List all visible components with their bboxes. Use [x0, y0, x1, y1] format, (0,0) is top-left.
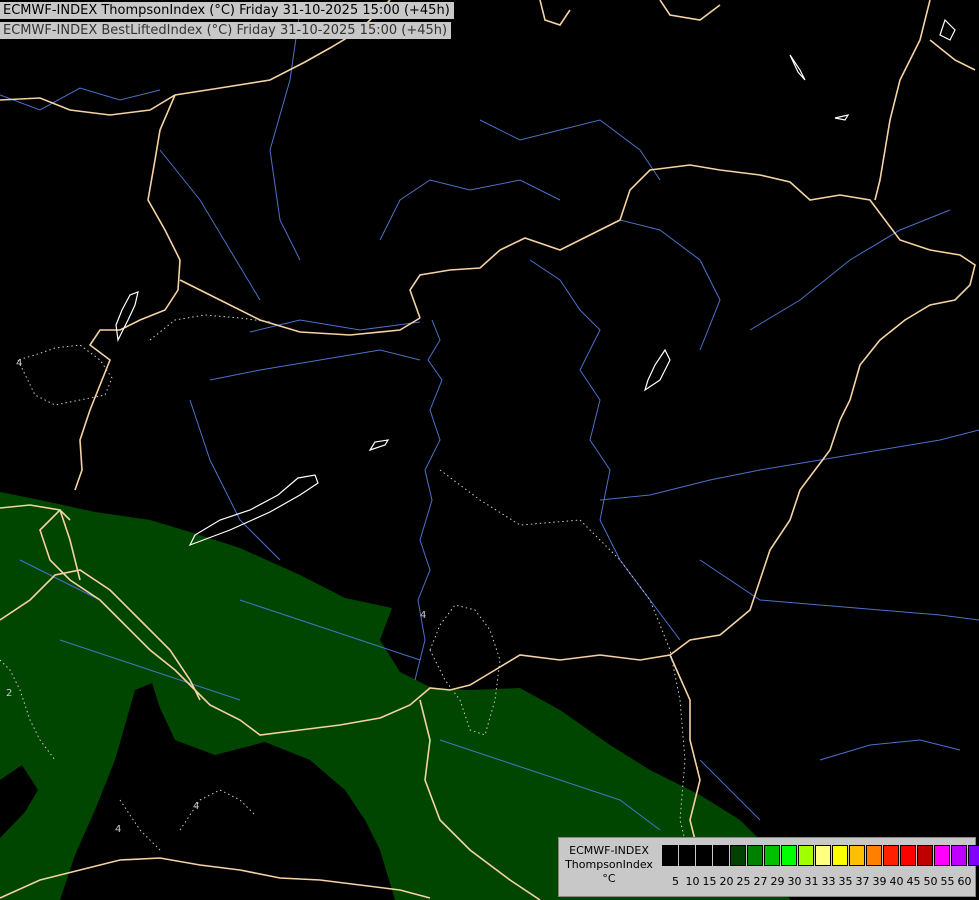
legend-swatch [917, 845, 933, 866]
legend-swatch [747, 845, 763, 866]
legend-swatches [662, 845, 979, 866]
legend-unit: °C [602, 872, 616, 885]
legend-tick: 10 [685, 875, 700, 888]
weather-map: 4 2 4 4 4 [0, 0, 979, 900]
contour-label: 2 [6, 688, 12, 699]
legend-tick: 15 [702, 875, 717, 888]
legend-model: ECMWF-INDEX [569, 844, 649, 857]
legend-swatch [781, 845, 797, 866]
contour-label: 4 [420, 610, 426, 621]
legend-swatch [866, 845, 882, 866]
legend-swatch [951, 845, 967, 866]
legend-tick: 39 [872, 875, 887, 888]
legend-title: ECMWF-INDEX ThompsonIndex °C [561, 844, 657, 886]
legend-swatch [679, 845, 695, 866]
legend-tick: 50 [923, 875, 938, 888]
legend-tick: 40 [889, 875, 904, 888]
legend-ticks: 5 10 15 20 25 27 29 30 31 33 35 37 39 40 45 50 55 60 [667, 875, 973, 888]
legend-tick: 29 [770, 875, 785, 888]
legend-swatch [968, 845, 979, 866]
legend-tick: 25 [736, 875, 751, 888]
legend-tick: 20 [719, 875, 734, 888]
legend-tick: 5 [672, 875, 679, 888]
legend-tick: 30 [787, 875, 802, 888]
legend-swatch [798, 845, 814, 866]
legend-swatch [934, 845, 950, 866]
legend-tick: 27 [753, 875, 768, 888]
legend-tick: 60 [957, 875, 972, 888]
map-title-thompson: ECMWF-INDEX ThompsonIndex (°C) Friday 31… [0, 2, 454, 19]
legend-swatch [849, 845, 865, 866]
legend-swatch [696, 845, 712, 866]
legend-swatch [662, 845, 678, 866]
legend-swatch [713, 845, 729, 866]
legend-param: ThompsonIndex [565, 858, 653, 871]
contour-label: 4 [16, 358, 22, 369]
legend-tick: 37 [855, 875, 870, 888]
map-title-bestlifted: ECMWF-INDEX BestLiftedIndex (°C) Friday … [0, 22, 452, 39]
legend-tick: 35 [838, 875, 853, 888]
legend-swatch [900, 845, 916, 866]
color-legend: ECMWF-INDEX ThompsonIndex °C 5 10 15 20 25 27… [558, 837, 979, 897]
legend-swatch [764, 845, 780, 866]
legend-swatch [832, 845, 848, 866]
legend-swatch [883, 845, 899, 866]
legend-swatch [730, 845, 746, 866]
legend-swatch [815, 845, 831, 866]
contour-label: 4 [193, 801, 199, 812]
contour-label: 4 [115, 824, 121, 835]
legend-tick: 33 [821, 875, 836, 888]
legend-tick: 55 [940, 875, 955, 888]
legend-tick: 45 [906, 875, 921, 888]
legend-tick: 31 [804, 875, 819, 888]
